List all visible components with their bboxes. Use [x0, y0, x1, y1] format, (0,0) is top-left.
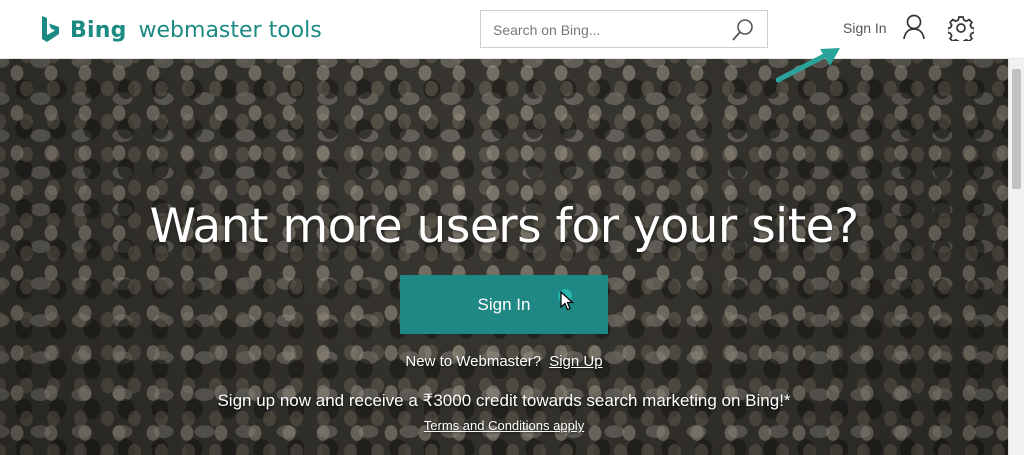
new-to-webmaster-text: New to Webmaster?: [405, 353, 542, 370]
gear-icon[interactable]: [948, 15, 974, 41]
new-user-prompt: New to Webmaster? Sign Up: [0, 353, 1008, 370]
header-signin-link[interactable]: Sign In: [843, 20, 887, 36]
signup-link[interactable]: Sign Up: [549, 353, 602, 370]
bing-webmaster-logo[interactable]: Bing webmaster tools: [40, 12, 322, 48]
user-icon[interactable]: [902, 14, 926, 40]
brand-name: Bing: [70, 17, 127, 43]
promo-text: Sign up now and receive a ₹3000 credit t…: [217, 391, 791, 410]
annotation-arrow-icon: [776, 48, 840, 83]
hero-title: Want more users for your site?: [149, 199, 859, 254]
hero-banner: Want more users for your site? Sign In N…: [0, 59, 1008, 455]
terms-link[interactable]: Terms and Conditions apply: [0, 418, 1008, 433]
product-name: webmaster tools: [138, 17, 322, 43]
search-box[interactable]: [480, 10, 768, 49]
top-header: Bing webmaster tools Sign In: [0, 0, 1024, 59]
bing-logo-icon: [42, 16, 59, 42]
scrollbar-thumb[interactable]: [1012, 69, 1021, 189]
search-icon[interactable]: [731, 18, 755, 42]
signin-button[interactable]: Sign In: [400, 275, 608, 334]
page-scrollbar[interactable]: [1008, 59, 1024, 455]
mouse-cursor-icon: [560, 291, 574, 311]
search-input[interactable]: [491, 11, 725, 49]
